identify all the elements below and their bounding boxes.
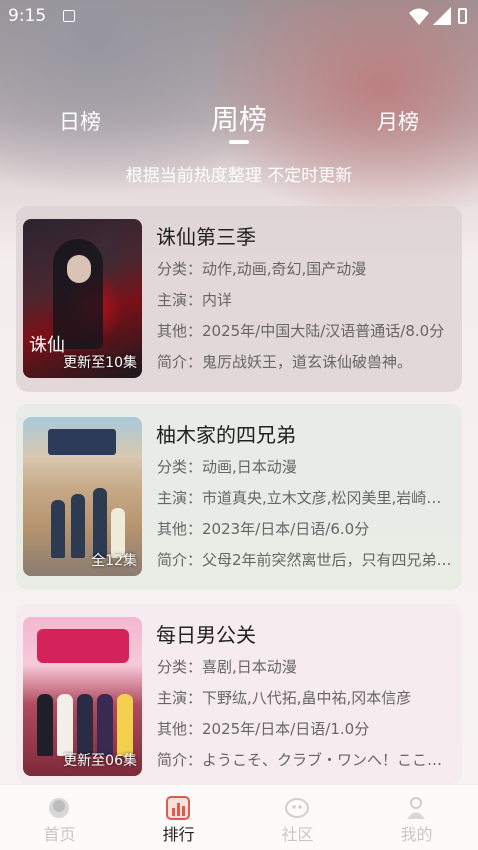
- card-title[interactable]: 每日男公关: [156, 619, 256, 648]
- tab-weekly[interactable]: 周榜: [189, 98, 289, 138]
- ranking-icon: [166, 796, 190, 820]
- poster-logo: [37, 629, 129, 663]
- poster-sign: [48, 429, 116, 455]
- ranking-subtitle: 根据当前热度整理 不定时更新: [125, 166, 353, 186]
- poster-face: [67, 255, 91, 283]
- nav-home-label: 首页: [43, 825, 76, 844]
- nav-community[interactable]: 社区: [238, 785, 357, 850]
- card-other: 其他：2025年/中国大陆/汉语普通话/8.0分: [157, 322, 445, 340]
- tab-daily[interactable]: 日榜: [40, 106, 120, 136]
- tab-active-indicator: [229, 140, 249, 144]
- poster-image[interactable]: 更新至06集: [23, 617, 142, 776]
- episode-badge: 更新至10集: [63, 355, 137, 371]
- nav-home[interactable]: 首页: [0, 785, 119, 850]
- bottom-navigation: 首页 排行 社区 我的: [0, 784, 478, 850]
- nav-profile-label: 我的: [400, 825, 433, 844]
- poster-figure: [117, 694, 133, 756]
- card-category: 分类：喜剧,日本动漫: [157, 658, 297, 676]
- ranking-tabs: 日榜 周榜 月榜: [0, 96, 478, 146]
- nav-community-label: 社区: [281, 825, 314, 844]
- nav-ranking[interactable]: 排行: [119, 785, 238, 850]
- poster-figure: [51, 500, 65, 558]
- card-cast: 主演：市道真央,立木文彦,松冈美里,岩崎谅太: [157, 489, 453, 507]
- nav-profile[interactable]: 我的: [357, 785, 476, 850]
- status-time: 9:15: [8, 6, 47, 26]
- poster-figure: [97, 694, 113, 756]
- card-category: 分类：动画,日本动漫: [157, 458, 297, 476]
- poster-figure: [37, 694, 53, 756]
- poster-figure: [71, 494, 85, 558]
- card-title[interactable]: 柚木家的四兄弟: [156, 419, 296, 448]
- card-intro: 简介：父母2年前突然离世后，只有四兄弟相依为命: [157, 551, 453, 569]
- signal-icon: [433, 7, 451, 25]
- poster-image[interactable]: 全12集: [23, 417, 142, 576]
- card-intro: 简介：ようこそ、クラブ・ワンへ！ここは夜の街: [157, 751, 453, 769]
- poster-logo: 诛仙: [29, 335, 65, 356]
- poster-figure: [93, 488, 107, 558]
- ranking-card[interactable]: 诛仙 更新至10集 诛仙第三季 分类：动作,动画,奇幻,国产动漫 主演：内详 其…: [16, 206, 462, 392]
- card-cast: 主演：内详: [157, 291, 233, 309]
- card-intro: 简介：鬼厉战妖王，道玄诛仙破兽神。: [157, 353, 413, 371]
- sim-icon: [63, 10, 75, 22]
- episode-badge: 全12集: [91, 553, 137, 569]
- wifi-icon: [409, 8, 429, 25]
- poster-figure: [57, 694, 73, 756]
- card-category: 分类：动作,动画,奇幻,国产动漫: [157, 260, 367, 278]
- profile-icon: [407, 797, 425, 819]
- community-icon: [285, 798, 309, 818]
- card-title[interactable]: 诛仙第三季: [156, 221, 256, 250]
- ranking-card[interactable]: 全12集 柚木家的四兄弟 分类：动画,日本动漫 主演：市道真央,立木文彦,松冈美…: [16, 404, 462, 590]
- battery-icon: [458, 8, 467, 24]
- card-cast: 主演：下野纮,八代拓,畠中祐,冈本信彦: [157, 689, 412, 707]
- card-other: 其他：2025年/日本/日语/1.0分: [157, 720, 370, 738]
- home-icon: [49, 798, 69, 818]
- poster-image[interactable]: 诛仙 更新至10集: [23, 219, 142, 378]
- card-other: 其他：2023年/日本/日语/6.0分: [157, 520, 370, 538]
- episode-badge: 更新至06集: [63, 753, 137, 769]
- ranking-card[interactable]: 更新至06集 每日男公关 分类：喜剧,日本动漫 主演：下野纮,八代拓,畠中祐,冈…: [16, 604, 462, 784]
- nav-ranking-label: 排行: [162, 825, 195, 844]
- tab-monthly[interactable]: 月榜: [358, 106, 438, 136]
- poster-figure: [77, 694, 93, 756]
- status-bar: 9:15: [0, 0, 478, 34]
